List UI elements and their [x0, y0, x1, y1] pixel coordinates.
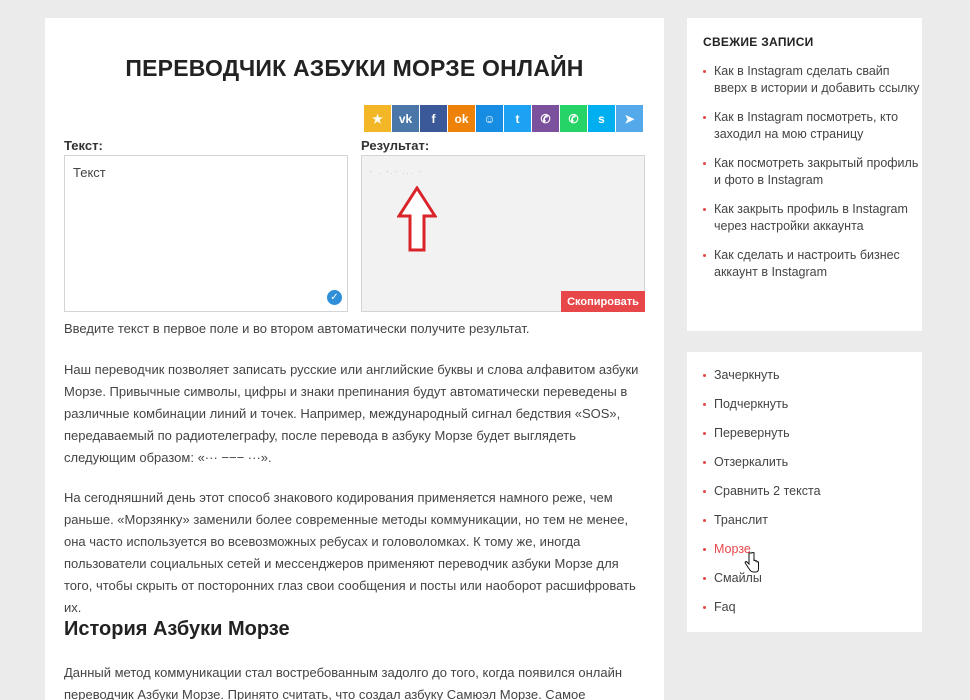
- recent-post-link[interactable]: Как закрыть профиль в Instagram через на…: [703, 201, 922, 235]
- tool-link[interactable]: Транслит: [703, 512, 821, 529]
- recent-post-link[interactable]: Как в Instagram сделать свайп вверх в ис…: [703, 63, 922, 97]
- hand-cursor-icon: [744, 552, 759, 573]
- page-title: ПЕРЕВОДЧИК АЗБУКИ МОРЗЕ ОНЛАЙН: [125, 55, 584, 81]
- skype-icon[interactable]: s: [588, 105, 615, 132]
- result-value: - . -.- ... -: [370, 169, 423, 176]
- recent-posts-widget: СВЕЖИЕ ЗАПИСИ Как в Instagram сделать св…: [687, 18, 922, 331]
- intro-text: Введите текст в первое поле и во втором …: [64, 321, 530, 336]
- tool-link[interactable]: Faq: [703, 599, 821, 616]
- arrow-up-icon: [397, 186, 437, 252]
- history-heading: История Азбуки Морзе: [64, 618, 290, 640]
- check-icon: ✓: [327, 290, 342, 305]
- tools-widget: Зачеркнуть Подчеркнуть Перевернуть Отзеркал…: [687, 352, 922, 632]
- text-input-placeholder: Текст: [73, 165, 106, 180]
- tool-link[interactable]: Сравнить 2 текста: [703, 483, 821, 500]
- result-label: Результат:: [361, 138, 430, 153]
- paragraph-2: На сегодняшний день этот способ знаковог…: [64, 490, 636, 615]
- text-input[interactable]: Текст ✓: [64, 155, 348, 312]
- recent-posts-list: Как в Instagram сделать свайп вверх в ис…: [703, 63, 922, 293]
- main-content: ПЕРЕВОДЧИК АЗБУКИ МОРЗЕ ОНЛАЙН ★ vk f ok ☺ t ✆…: [45, 18, 664, 700]
- input-label: Текст:: [64, 138, 103, 153]
- tool-link[interactable]: Зачеркнуть: [703, 367, 821, 384]
- viber-icon[interactable]: ✆: [532, 105, 559, 132]
- share-buttons: ★ vk f ok ☺ t ✆ ✆ s ➤: [364, 105, 643, 132]
- vk-icon[interactable]: vk: [392, 105, 419, 132]
- recent-posts-heading: СВЕЖИЕ ЗАПИСИ: [703, 35, 814, 49]
- tool-link[interactable]: Смайлы: [703, 570, 821, 587]
- odnoklassniki-icon[interactable]: ok: [448, 105, 475, 132]
- recent-post-link[interactable]: Как в Instagram посмотреть, кто заходил …: [703, 109, 922, 143]
- copy-button[interactable]: Скопировать: [561, 291, 645, 312]
- whatsapp-icon[interactable]: ✆: [560, 105, 587, 132]
- recent-post-link[interactable]: Как сделать и настроить бизнес аккаунт в…: [703, 247, 922, 281]
- tools-list: Зачеркнуть Подчеркнуть Перевернуть Отзеркал…: [703, 367, 821, 628]
- tool-link[interactable]: Перевернуть: [703, 425, 821, 442]
- mailru-icon[interactable]: ☺: [476, 105, 503, 132]
- telegram-icon[interactable]: ➤: [616, 105, 643, 132]
- facebook-icon[interactable]: f: [420, 105, 447, 132]
- twitter-icon[interactable]: t: [504, 105, 531, 132]
- tool-link[interactable]: Отзеркалить: [703, 454, 821, 471]
- tool-link[interactable]: Подчеркнуть: [703, 396, 821, 413]
- star-icon[interactable]: ★: [364, 105, 391, 132]
- paragraph-1: Наш переводчик позволяет записать русски…: [64, 362, 639, 465]
- tool-link[interactable]: Морзе: [703, 541, 821, 558]
- paragraph-3: Данный метод коммуникации стал востребов…: [64, 665, 623, 700]
- recent-post-link[interactable]: Как посмотреть закрытый профиль и фото в…: [703, 155, 922, 189]
- result-output[interactable]: - . -.- ... - Скопировать: [361, 155, 645, 312]
